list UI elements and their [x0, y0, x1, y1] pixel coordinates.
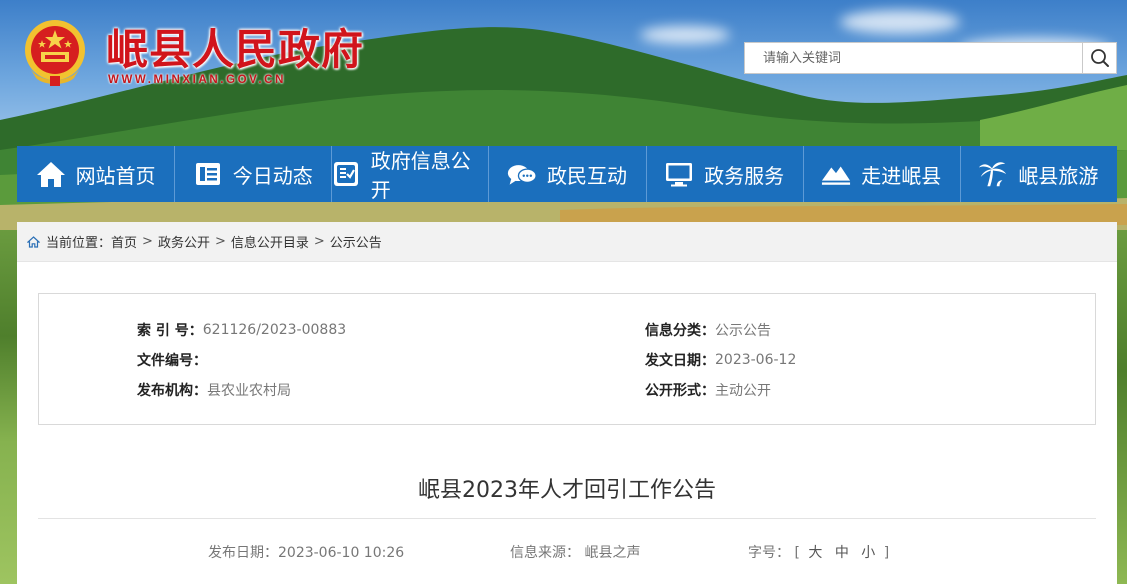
- breadcrumb-notice-link[interactable]: 公示公告: [330, 232, 382, 251]
- home-icon: [36, 159, 66, 189]
- breadcrumb-catalog-link[interactable]: 信息公开目录: [231, 232, 309, 251]
- breadcrumb-separator: >: [313, 234, 325, 249]
- nav-item-label: 走进岷县: [861, 163, 942, 188]
- bracket-open: [: [794, 545, 800, 561]
- search-input[interactable]: [745, 43, 1082, 73]
- publish-date: 发布日期：2023-06-10 10:26: [208, 542, 404, 562]
- breadcrumb: 当前位置： 首页 > 政务公开 > 信息公开目录 > 公示公告: [17, 222, 1117, 262]
- breadcrumb-prefix: 当前位置：: [46, 236, 112, 251]
- nav-item-label: 今日动态: [232, 163, 313, 188]
- nav-item-news[interactable]: 今日动态: [174, 146, 331, 202]
- nav-item-label: 政府信息公开: [370, 149, 471, 202]
- font-size-control: 字号： [ 大 中 小 ]: [748, 542, 889, 562]
- issue-date-value: 2023-06-12: [715, 352, 797, 368]
- disclosure-form-value: 主动公开: [715, 383, 771, 399]
- index-number-value: 621126/2023-00883: [202, 322, 347, 338]
- nav-item-label: 政务服务: [704, 163, 785, 188]
- disclosure-form-label: 公开形式：: [645, 383, 715, 399]
- nav-item-interaction[interactable]: 政民互动: [488, 146, 645, 202]
- disclosure-form-row: 公开形式： 主动公开: [645, 380, 771, 400]
- home-icon: [27, 235, 40, 248]
- document-number-label: 文件编号：: [137, 353, 207, 369]
- document-check-icon: [331, 159, 360, 189]
- nav-item-home[interactable]: 网站首页: [17, 146, 174, 202]
- category-label: 信息分类：: [645, 323, 715, 339]
- bracket-close: ]: [883, 545, 890, 561]
- search-button[interactable]: [1082, 43, 1116, 73]
- site-url: WWW.MINXIAN.GOV.CN: [108, 74, 286, 86]
- nav-item-label: 网站首页: [75, 163, 156, 188]
- index-number-label: 索 引 号：: [137, 323, 203, 339]
- search-box: [744, 42, 1117, 74]
- news-icon: [193, 159, 223, 189]
- breadcrumb-separator: >: [214, 234, 226, 249]
- main-nav: 网站首页 今日动态 政府信息公开 政民互动 政务服务 走进岷县 岷县旅游: [17, 146, 1117, 202]
- content-panel: 当前位置： 首页 > 政务公开 > 信息公开目录 > 公示公告 索 引 号： 6…: [17, 222, 1117, 584]
- nav-item-label: 岷县旅游: [1018, 163, 1099, 188]
- nav-item-services[interactable]: 政务服务: [645, 146, 803, 202]
- search-icon: [1090, 49, 1109, 67]
- mountain-icon: [821, 159, 851, 189]
- chat-icon: [507, 159, 537, 189]
- category-value: 公示公告: [715, 323, 771, 339]
- publisher-value: 县农业农村局: [207, 383, 291, 399]
- font-size-large-link[interactable]: 大: [808, 545, 822, 561]
- issue-date-label: 发文日期：: [645, 353, 715, 369]
- breadcrumb-home-link[interactable]: 首页: [111, 232, 137, 251]
- nav-item-about[interactable]: 走进岷县: [802, 146, 960, 202]
- document-metadata: 索 引 号： 621126/2023-00883 信息分类： 公示公告 文件编号…: [38, 293, 1096, 425]
- issue-date-row: 发文日期： 2023-06-12: [645, 350, 796, 370]
- info-source-label: 信息来源：: [510, 545, 580, 561]
- document-number-row: 文件编号：: [137, 350, 207, 370]
- breadcrumb-separator: >: [142, 234, 153, 249]
- font-size-label: 字号：: [748, 545, 790, 561]
- publisher-row: 发布机构： 县农业农村局: [137, 380, 291, 400]
- site-title: 岷县人民政府: [106, 25, 365, 74]
- nav-item-tourism[interactable]: 岷县旅游: [959, 146, 1117, 202]
- publish-date-value: 2023-06-10 10:26: [278, 545, 405, 561]
- font-size-small-link[interactable]: 小: [861, 545, 875, 561]
- nav-item-label: 政民互动: [546, 163, 627, 188]
- category-row: 信息分类： 公示公告: [645, 320, 771, 340]
- monitor-icon: [664, 159, 694, 189]
- breadcrumb-gov-affairs-link[interactable]: 政务公开: [158, 232, 210, 251]
- info-source-value: 岷县之声: [584, 545, 641, 561]
- palm-tree-icon: [978, 159, 1008, 189]
- font-size-medium-link[interactable]: 中: [835, 545, 849, 561]
- index-number-row: 索 引 号： 621126/2023-00883: [137, 320, 346, 340]
- article-title: 岷县2023年人才回引工作公告: [418, 478, 716, 503]
- national-emblem-logo: [22, 18, 88, 88]
- nav-item-gov-info[interactable]: 政府信息公开: [331, 146, 488, 202]
- publisher-label: 发布机构：: [137, 383, 207, 399]
- publish-date-label: 发布日期：: [208, 545, 278, 561]
- info-source: 信息来源： 岷县之声: [510, 542, 640, 562]
- divider: [38, 518, 1096, 519]
